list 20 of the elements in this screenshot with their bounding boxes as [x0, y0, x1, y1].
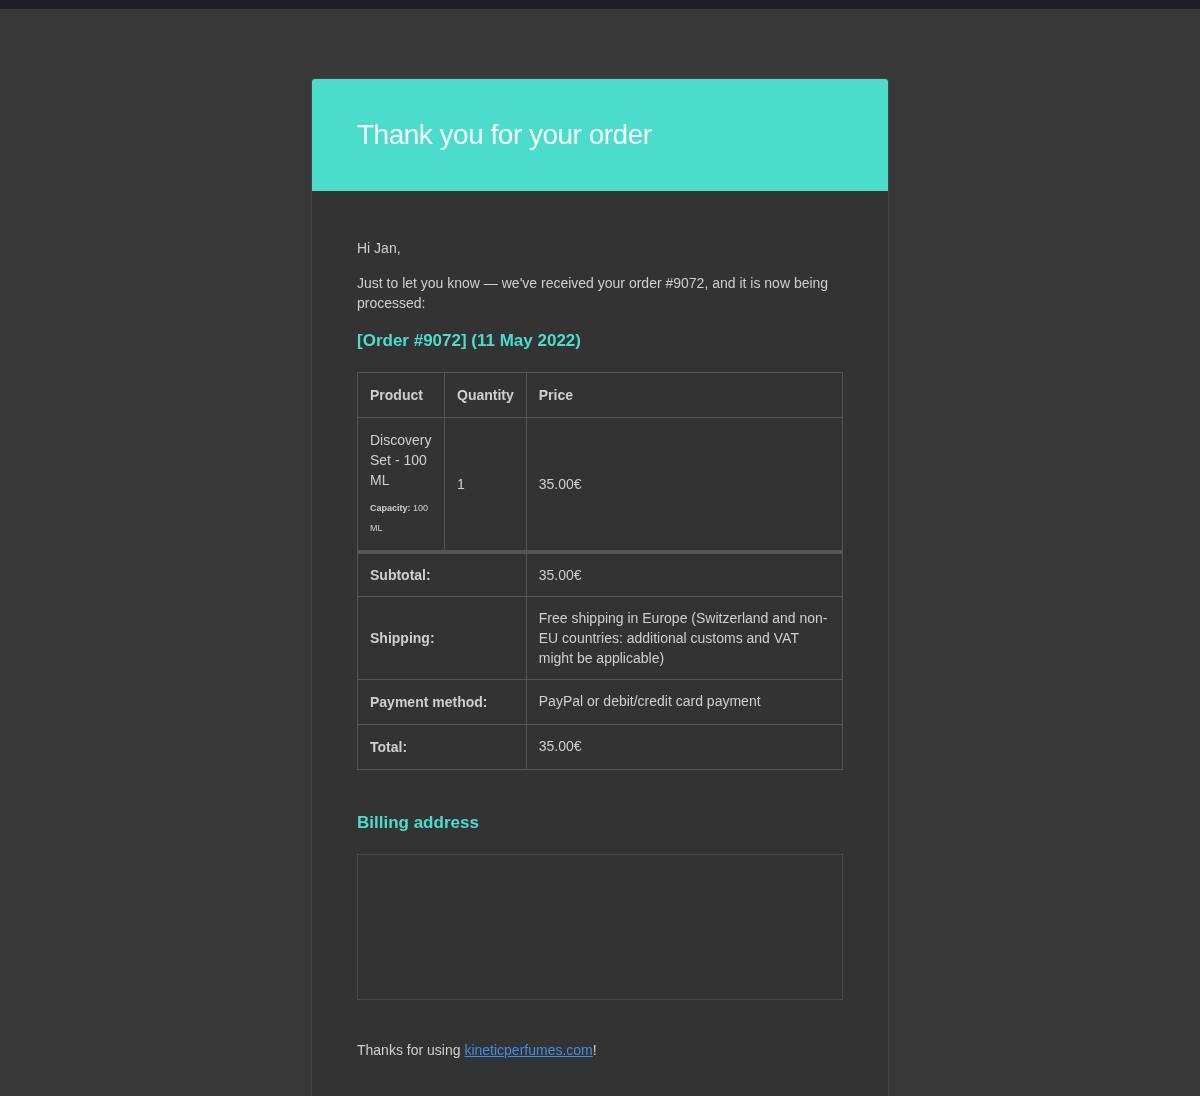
table-cell: Free shipping in Europe (Switzerland and non-EU countries: additional customs and VAT might be applicable) — [526, 596, 843, 680]
order-heading: [Order #9072] (11 May 2022) — [357, 330, 582, 352]
product-meta: Capacity: 100 ML — [370, 501, 430, 535]
row-label: Subtotal: — [357, 551, 527, 597]
email-title: Thank you for your order — [357, 118, 652, 152]
row-label: Payment method: — [357, 679, 527, 725]
column-header: Quantity — [444, 372, 527, 417]
footer-text: Thanks for using kineticperfumes.com! — [357, 1040, 598, 1060]
row-label: Shipping: — [357, 596, 527, 680]
table-cell: PayPal or debit/credit card payment — [526, 679, 843, 725]
product-name: Discovery Set - 100 ML — [370, 430, 432, 490]
website-link[interactable]: kineticperfumes.com — [464, 1041, 593, 1058]
greeting-text: Hi Jan, — [357, 239, 402, 258]
column-header: Product — [357, 372, 445, 417]
row-label: Total: — [357, 724, 527, 770]
table-cell: 35.00€ — [526, 724, 843, 770]
intro-text: Just to let you know — we've received your order #9072, and it is now being processed: — [357, 274, 830, 313]
table-cell: 35.00€ — [526, 551, 843, 597]
billing-heading: Billing address — [357, 812, 480, 834]
column-header: Price — [526, 372, 843, 417]
